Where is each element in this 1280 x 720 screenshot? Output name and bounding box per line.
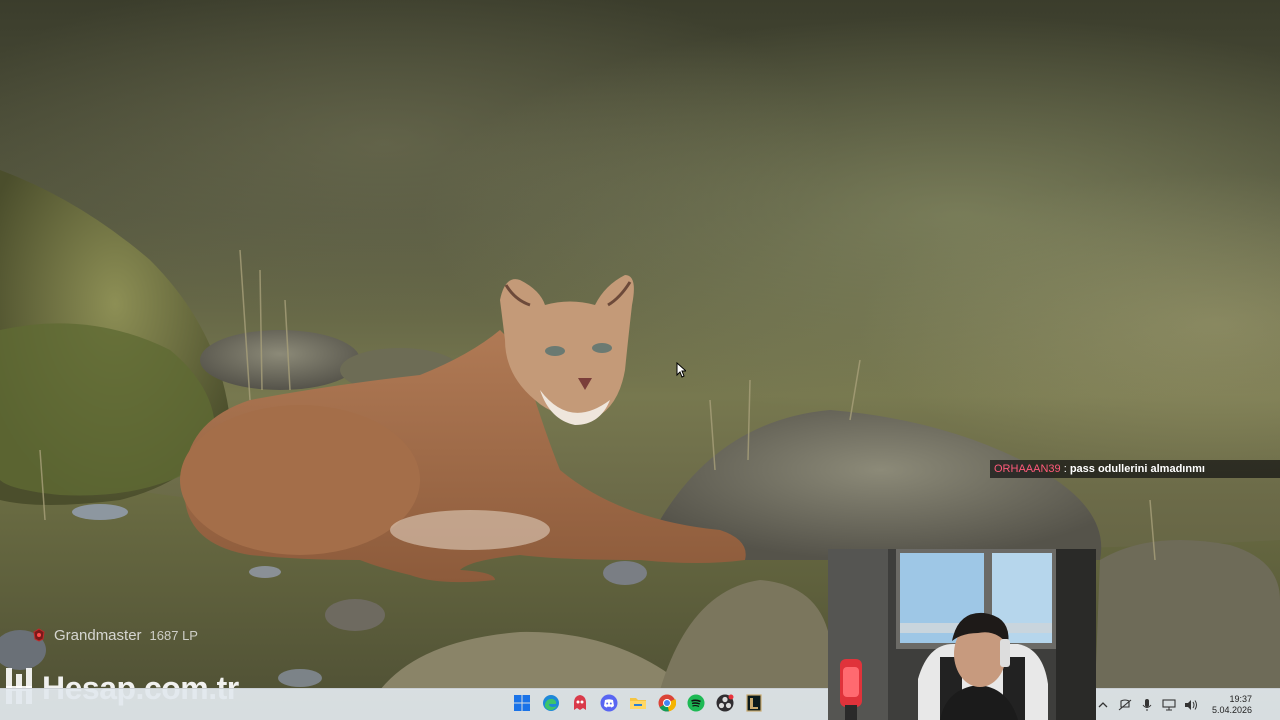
rank-overlay: Grandmaster 1687 LP [32, 626, 198, 644]
taskbar-red-app[interactable] [568, 691, 592, 719]
chrome-icon [658, 694, 677, 717]
webcam-overlay [828, 549, 1096, 720]
clock-date: 5.04.2026 [1211, 705, 1252, 715]
rank-lp: 1687 LP [149, 627, 198, 643]
chat-username: ORHAAAN39 [994, 463, 1061, 475]
chevron-up-icon[interactable] [1096, 698, 1110, 712]
taskbar-chrome[interactable] [655, 691, 679, 719]
taskbar-obs[interactable] [713, 691, 737, 719]
taskbar-apps [510, 689, 766, 720]
rank-name: Grandmaster [54, 626, 142, 644]
windows-icon [514, 694, 530, 716]
taskbar-file-explorer[interactable] [626, 691, 650, 719]
red-app-icon [572, 694, 588, 717]
chat-message-text: pass odullerini almadınmı [1069, 463, 1205, 475]
volume-icon[interactable] [1184, 698, 1198, 712]
system-tray: 19:37 5.04.2026 [1096, 689, 1280, 720]
mouse-cursor-icon [676, 361, 688, 383]
grandmaster-emblem-icon [32, 628, 46, 642]
obs-icon [716, 694, 734, 717]
start-button[interactable] [510, 691, 534, 719]
notifications-off-icon[interactable] [1118, 698, 1132, 712]
taskbar-clock[interactable]: 19:37 5.04.2026 [1212, 694, 1252, 716]
clock-time: 19:37 [1229, 694, 1252, 704]
stream-chat-message: ORHAAAN39 : pass odullerini almadınmı [990, 460, 1280, 478]
edge-icon [542, 694, 560, 717]
taskbar-spotify[interactable] [684, 691, 708, 719]
folder-icon [629, 695, 647, 716]
spotify-icon [687, 694, 705, 717]
microphone-icon[interactable] [1140, 698, 1154, 712]
network-icon[interactable] [1162, 698, 1176, 712]
league-icon [746, 693, 762, 717]
taskbar-league-client[interactable] [742, 691, 766, 719]
taskbar-edge[interactable] [539, 691, 563, 719]
webcam-streamer-image [828, 549, 1096, 720]
taskbar-discord[interactable] [597, 691, 621, 719]
discord-icon [600, 694, 618, 717]
chat-separator: : [1060, 463, 1070, 475]
